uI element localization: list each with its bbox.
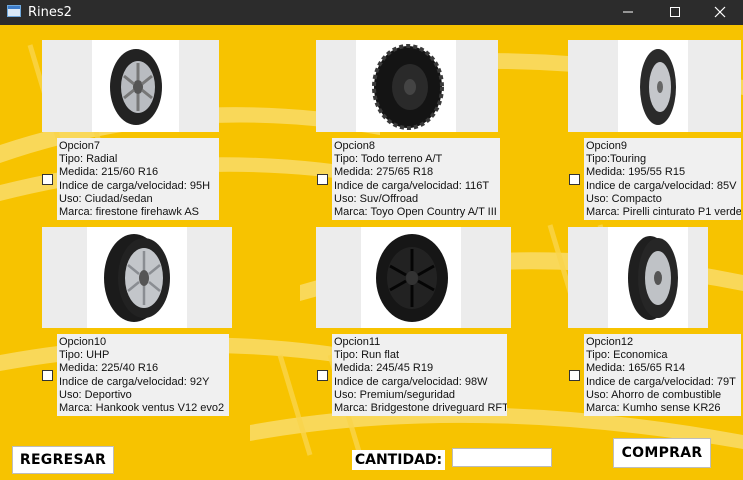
product-info-panel: Opcion7 Tipo: Radial Medida: 215/60 R16 …	[57, 138, 219, 220]
minimize-button[interactable]	[605, 0, 651, 25]
product-brand: Marca: firestone firehawk AS	[59, 206, 200, 219]
product-load-index: Indice de carga/velocidad: 98W	[334, 375, 488, 388]
app-icon	[7, 5, 21, 17]
product-size: Medida: 275/65 R18	[334, 166, 434, 179]
product-brand: Marca: Bridgestone driveguard RFT	[334, 402, 507, 415]
product-size: Medida: 215/60 R16	[59, 166, 159, 179]
product-info-panel: Opcion12 Tipo: Economica Medida: 165/65 …	[584, 334, 741, 416]
select-checkbox-opcion8[interactable]	[317, 174, 328, 185]
product-title: Opcion11	[334, 336, 381, 348]
cantidad-input[interactable]	[452, 448, 552, 467]
product-load-index: Indice de carga/velocidad: 95H	[59, 179, 211, 192]
regresar-button[interactable]: REGRESAR	[12, 446, 114, 474]
tire-icon	[110, 49, 162, 125]
product-size: Medida: 245/45 R19	[334, 362, 434, 375]
select-checkbox-opcion12[interactable]	[569, 370, 580, 381]
product-size: Medida: 195/55 R15	[586, 166, 686, 179]
product-brand: Marca: Hankook ventus V12 evo2	[59, 402, 225, 415]
product-type: Tipo: UHP	[59, 349, 110, 362]
tire-image-box	[568, 40, 741, 132]
window-title: Rines2	[28, 5, 72, 20]
product-load-index: Indice de carga/velocidad: 85V	[586, 179, 737, 192]
tire-image-box	[568, 227, 708, 328]
product-type: Tipo: Run flat	[334, 349, 400, 362]
product-type: Tipo:Touring	[586, 153, 647, 166]
select-checkbox-opcion7[interactable]	[42, 174, 53, 185]
tire-icon	[372, 44, 444, 130]
product-title: Opcion7	[59, 140, 100, 152]
product-use: Uso: Ciudad/sedan	[59, 192, 153, 205]
product-info-panel: Opcion9 Tipo:Touring Medida: 195/55 R15 …	[584, 138, 741, 220]
tire-image-box	[316, 40, 498, 132]
tire-icon	[640, 49, 676, 125]
product-load-index: Indice de carga/velocidad: 79T	[586, 375, 736, 388]
product-load-index: Indice de carga/velocidad: 92Y	[59, 375, 210, 388]
product-type: Tipo: Todo terreno A/T	[334, 153, 443, 166]
product-info-panel: Opcion8 Tipo: Todo terreno A/T Medida: 2…	[332, 138, 500, 220]
product-use: Uso: Compacto	[586, 192, 662, 205]
close-icon	[714, 6, 726, 18]
tire-icon	[104, 234, 170, 322]
product-use: Uso: Ahorro de combustible	[586, 388, 722, 401]
product-type: Tipo: Economica	[586, 349, 668, 362]
product-use: Uso: Suv/Offroad	[334, 192, 419, 205]
product-title: Opcion12	[586, 336, 634, 348]
title-bar: Rines2	[0, 0, 743, 25]
product-title: Opcion8	[334, 140, 375, 152]
minimize-icon	[623, 11, 633, 13]
product-brand: Marca: Toyo Open Country A/T III	[334, 206, 497, 219]
product-load-index: Indice de carga/velocidad: 116T	[334, 179, 490, 192]
comprar-button[interactable]: COMPRAR	[613, 438, 711, 468]
select-checkbox-opcion10[interactable]	[42, 370, 53, 381]
app-window: Rines2 Opcion7 Tipo: Radial Medida: 215/…	[0, 0, 743, 480]
product-size: Medida: 225/40 R16	[59, 362, 159, 375]
product-type: Tipo: Radial	[59, 153, 118, 166]
tire-icon	[628, 236, 678, 320]
tire-image-box	[42, 227, 232, 328]
product-use: Uso: Premium/seguridad	[334, 388, 456, 401]
tire-image-box	[42, 40, 219, 132]
maximize-button[interactable]	[652, 0, 698, 25]
product-use: Uso: Deportivo	[59, 388, 132, 401]
select-checkbox-opcion9[interactable]	[569, 174, 580, 185]
select-checkbox-opcion11[interactable]	[317, 370, 328, 381]
product-title: Opcion9	[586, 140, 627, 152]
product-info-panel: Opcion11 Tipo: Run flat Medida: 245/45 R…	[332, 334, 507, 416]
product-brand: Marca: Kumho sense KR26	[586, 402, 721, 415]
cantidad-label: CANTIDAD:	[352, 450, 445, 470]
product-brand: Marca: Pirelli cinturato P1 verde	[586, 206, 741, 219]
product-title: Opcion10	[59, 336, 107, 348]
tire-image-box	[316, 227, 511, 328]
tire-icon	[376, 234, 448, 322]
maximize-icon	[670, 7, 680, 17]
close-button[interactable]	[697, 0, 743, 25]
product-info-panel: Opcion10 Tipo: UHP Medida: 225/40 R16 In…	[57, 334, 229, 416]
product-size: Medida: 165/65 R14	[586, 362, 686, 375]
